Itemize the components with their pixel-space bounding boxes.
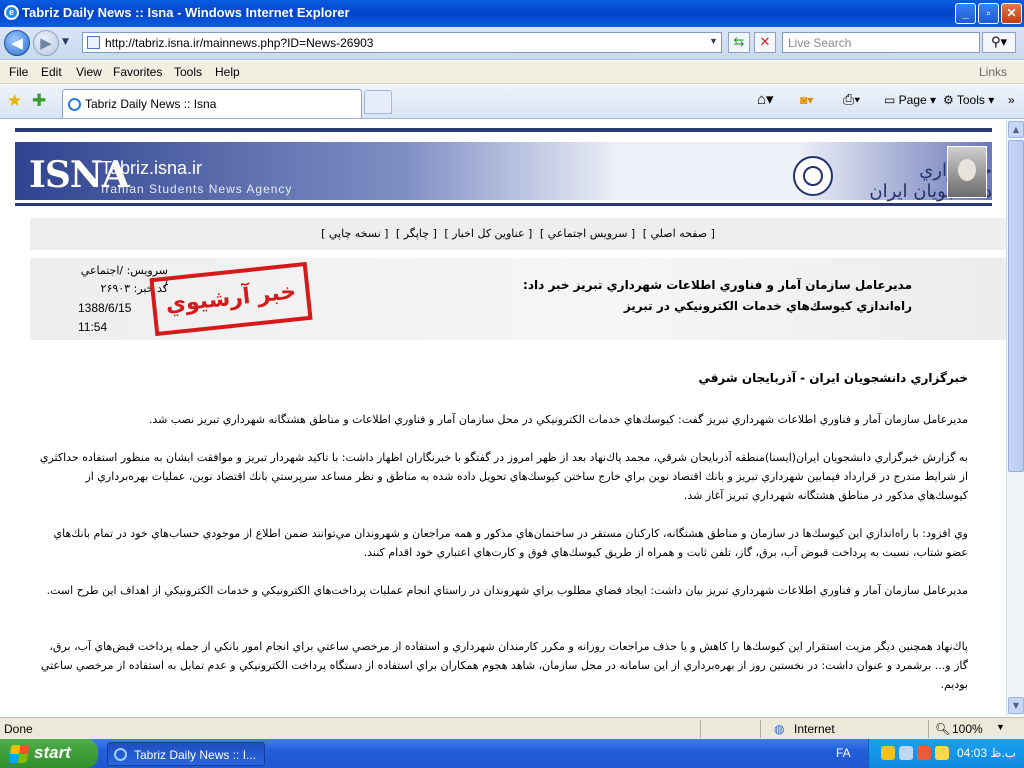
page-menu[interactable]: ▭ Page ▾ <box>884 93 936 107</box>
menu-help[interactable]: Help <box>215 65 240 79</box>
stop-button[interactable]: ✕ <box>754 32 776 53</box>
status-divider <box>700 720 701 738</box>
address-dropdown-icon[interactable]: ▼ <box>709 36 718 46</box>
taskbar-window-item[interactable]: Tabriz Daily News :: I... <box>107 742 265 766</box>
link-home[interactable]: [ صفحه اصلي ] <box>643 227 715 240</box>
vertical-scrollbar[interactable]: ▲ ▼ <box>1006 120 1024 716</box>
zoom-dropdown-icon[interactable]: ▼ <box>996 722 1005 732</box>
window-title-bar[interactable]: e Tabriz Daily News :: Isna - Windows In… <box>0 0 1024 27</box>
page-icon <box>87 36 100 49</box>
close-button[interactable]: ✕ <box>1001 3 1022 24</box>
news-headline-kicker: مديرعامل سازمان آمار و فناوري اطلاعات شه… <box>523 278 912 292</box>
menu-edit[interactable]: Edit <box>41 65 62 79</box>
links-label[interactable]: Links <box>979 65 1007 79</box>
article-agency: خبرگزاري دانشجويان ايران - آذربايجان شرق… <box>698 371 968 385</box>
page-content: ISNA Tabriz.isna.ir Iranian Students New… <box>0 120 1006 716</box>
tab-label: Tabriz Daily News :: Isna <box>85 97 217 111</box>
security-shield-icon[interactable] <box>881 746 895 760</box>
minimize-button[interactable]: _ <box>955 3 976 24</box>
site-name: Tabriz.isna.ir <box>101 158 203 178</box>
network-icon[interactable] <box>899 746 913 760</box>
menu-view[interactable]: View <box>76 65 102 79</box>
back-button[interactable]: ◀ <box>4 30 30 56</box>
article-paragraph: وي افزود: با راه‌اندازي اين كيوسك‌ها در … <box>53 527 968 559</box>
clock[interactable]: 04:03 ب.ظ <box>957 746 1016 760</box>
link-print-version[interactable]: [ نسخه چاپي ] <box>321 227 388 240</box>
link-printer[interactable]: [ چاپگر ] <box>396 227 437 240</box>
article-paragraph: مديرعامل سازمان آمار و فناوري اطلاعات شه… <box>46 584 968 597</box>
page-menu-label: Page <box>898 93 927 107</box>
portrait-image <box>947 146 987 198</box>
search-button[interactable]: ⚲▾ <box>982 32 1016 53</box>
scroll-up-button[interactable]: ▲ <box>1008 121 1024 138</box>
zoom-level[interactable]: 100% <box>952 722 983 736</box>
print-icon[interactable]: ⎙▾ <box>843 91 860 108</box>
zone-label: Internet <box>794 722 835 736</box>
menu-file[interactable]: File <box>9 65 28 79</box>
ie-taskbar-icon <box>114 748 127 761</box>
new-tab-button[interactable] <box>364 90 392 114</box>
address-field[interactable]: http://tabriz.isna.ir/mainnews.php?ID=Ne… <box>82 32 722 53</box>
tab-bar: ★ ✚ Tabriz Daily News :: Isna ⌂▾ ◙▾ ⎙▾ ▭… <box>0 85 1024 119</box>
recent-pages-dropdown-icon[interactable]: ▼ <box>62 37 69 47</box>
banner-background: ISNA Tabriz.isna.ir Iranian Students New… <box>15 142 992 202</box>
page-links-bar: [ صفحه اصلي ] [ سرويس اجتماعي ] [ عناوين… <box>30 218 1006 250</box>
navigation-bar: ◀ ▶ ▼ http://tabriz.isna.ir/mainnews.php… <box>0 27 1024 60</box>
status-divider <box>928 720 929 738</box>
windows-logo-icon <box>8 745 30 763</box>
site-tagline: Iranian Students News Agency <box>101 182 293 196</box>
status-divider <box>760 720 761 738</box>
start-label: start <box>34 743 71 762</box>
status-bar: Done ◍ Internet 🔍︎ 100% ▼ <box>0 717 1024 739</box>
article-paragraph: مديرعامل سازمان آمار و فناوري اطلاعات شه… <box>148 413 968 426</box>
scroll-thumb[interactable] <box>1008 140 1024 472</box>
scroll-down-button[interactable]: ▼ <box>1008 697 1024 714</box>
news-time: 11:54 <box>78 320 108 334</box>
forward-button[interactable]: ▶ <box>33 30 59 56</box>
jihad-seal-icon <box>793 156 833 196</box>
taskbar-item-label: Tabriz Daily News :: I... <box>134 748 257 762</box>
article-paragraph: به گزارش خبرگزاري دانشجويان ايران(ايسنا)… <box>39 451 968 502</box>
tools-menu[interactable]: ⚙ Tools ▾ <box>943 93 994 107</box>
favorites-star-icon[interactable]: ★ <box>7 91 22 111</box>
ie-logo-icon: e <box>4 5 19 20</box>
article-paragraph: پاك‌نهاد همچنين ديگر مزيت استقرار اين كي… <box>40 640 968 691</box>
antivirus-icon[interactable] <box>917 746 931 760</box>
tools-menu-label: Tools <box>956 93 985 107</box>
feeds-icon[interactable]: ◙▾ <box>800 93 813 107</box>
menu-favorites[interactable]: Favorites <box>113 65 162 79</box>
maximize-button[interactable]: ▫ <box>978 3 999 24</box>
site-banner: ISNA Tabriz.isna.ir Iranian Students New… <box>15 128 992 206</box>
status-text: Done <box>4 722 33 736</box>
search-input[interactable]: Live Search <box>782 32 980 53</box>
system-tray: 04:03 ب.ظ <box>868 739 1024 768</box>
notification-icon[interactable] <box>935 746 949 760</box>
home-icon[interactable]: ⌂▾ <box>757 90 774 108</box>
tab-tabriz-daily-news[interactable]: Tabriz Daily News :: Isna <box>62 89 362 118</box>
toolbar-overflow-icon[interactable]: » <box>1008 93 1015 107</box>
address-url: http://tabriz.isna.ir/mainnews.php?ID=Ne… <box>105 36 374 50</box>
link-all-news[interactable]: [ عناوين كل اخبار ] <box>444 227 532 240</box>
ie-page-icon <box>68 98 81 111</box>
archive-stamp: خبر آرشيوي <box>149 261 313 337</box>
internet-zone-icon: ◍ <box>774 722 785 736</box>
menu-tools[interactable]: Tools <box>174 65 202 79</box>
add-favorites-icon[interactable]: ✚ <box>32 91 46 111</box>
link-social-service[interactable]: [ سرويس اجتماعي ] <box>540 227 635 240</box>
window-title: Tabriz Daily News :: Isna - Windows Inte… <box>22 5 350 20</box>
refresh-button[interactable]: ⇆ <box>728 32 750 53</box>
menu-bar: File Edit View Favorites Tools Help Link… <box>0 61 1024 84</box>
language-indicator[interactable]: FA <box>836 746 851 760</box>
news-header-box: مديرعامل سازمان آمار و فناوري اطلاعات شه… <box>30 258 1006 340</box>
news-date: 1388/6/15 <box>78 301 132 315</box>
taskbar: start Tabriz Daily News :: I... FA 04:03… <box>0 739 1024 768</box>
news-headline: راه‌اندازي كيوسك‌هاي خدمات الكترونيكي در… <box>623 299 912 313</box>
zoom-icon[interactable]: 🔍︎ <box>935 722 950 736</box>
start-button[interactable]: start <box>0 739 98 768</box>
